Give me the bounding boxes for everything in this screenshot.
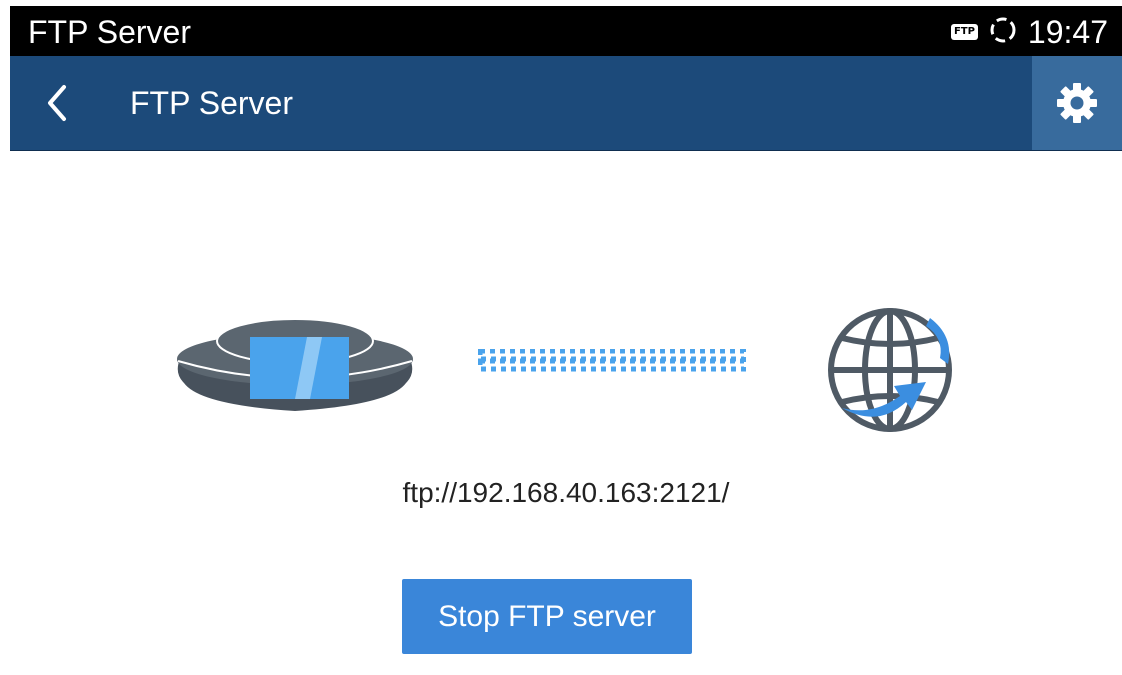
phone-device-icon xyxy=(170,311,420,426)
status-bar-title: FTP Server xyxy=(28,14,191,50)
status-indicators: FTP 19:47 xyxy=(950,14,1108,50)
status-bar: FTP Server FTP 19:47 xyxy=(10,6,1122,56)
connection-dotted-line xyxy=(477,348,747,378)
ftp-status-icon: FTP xyxy=(950,24,978,40)
back-button[interactable] xyxy=(32,78,82,128)
app-window: FTP Server FTP 19:47 FTP Server ftp://19… xyxy=(10,6,1122,675)
sync-icon xyxy=(988,15,1018,50)
stop-ftp-server-button[interactable]: Stop FTP server xyxy=(402,579,692,654)
page-title: FTP Server xyxy=(130,85,293,121)
ftp-server-url: ftp://192.168.40.163:2121/ xyxy=(402,477,730,508)
globe-icon xyxy=(822,298,962,438)
chevron-left-icon xyxy=(48,85,66,121)
app-toolbar: FTP Server xyxy=(10,56,1122,151)
clock: 19:47 xyxy=(1027,14,1108,50)
gear-icon xyxy=(1057,83,1097,123)
settings-button[interactable] xyxy=(1032,56,1122,150)
